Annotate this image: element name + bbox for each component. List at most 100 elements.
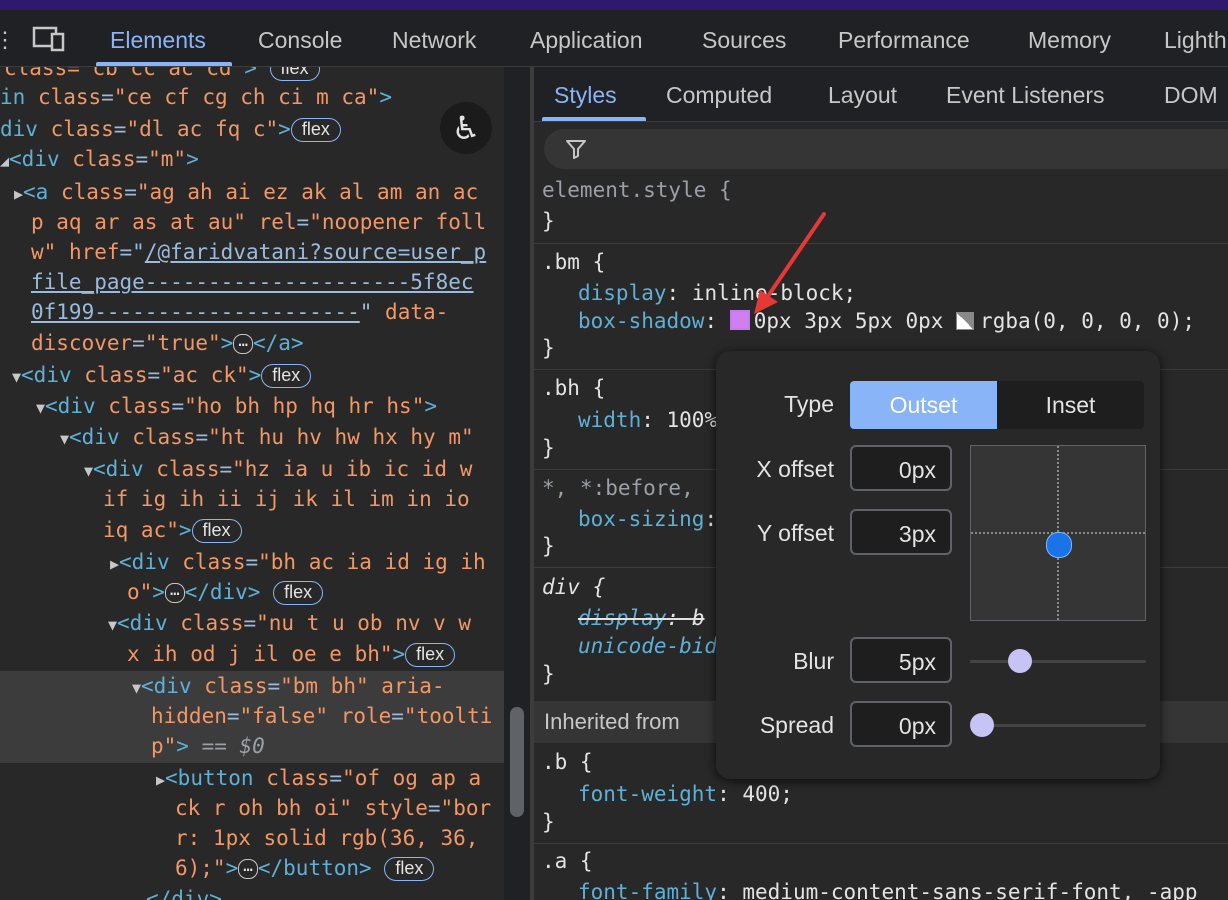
flex-badge[interactable]: flex	[405, 643, 456, 667]
tab-styles[interactable]: Styles	[554, 67, 617, 123]
dom-line[interactable]: div class="dl ac fq c"> flex	[0, 114, 341, 144]
spread-input[interactable]: 0px	[850, 701, 952, 747]
window-top-bar	[0, 0, 1228, 10]
blur-slider[interactable]	[970, 660, 1146, 663]
rule-star-selector[interactable]: *, *:before,	[542, 473, 706, 503]
scrollbar-thumb[interactable]	[510, 707, 524, 817]
dom-line[interactable]: ▼<div class="ho bh hp hq hr hs">	[36, 391, 437, 421]
rule-bm-selector[interactable]: .bm {	[542, 247, 605, 277]
dom-line[interactable]: ◢<div class="m">	[0, 144, 199, 174]
expand-triangle-icon[interactable]: ▼	[84, 462, 93, 480]
offset-pad[interactable]	[970, 445, 1146, 621]
flex-badge[interactable]: flex	[261, 364, 312, 388]
expand-triangle-icon[interactable]: ▼	[60, 430, 69, 448]
expand-triangle-icon[interactable]: ▼	[108, 616, 117, 634]
device-toolbar-icon[interactable]	[32, 10, 66, 66]
outset-button[interactable]: Outset	[850, 381, 997, 429]
flex-badge[interactable]: flex	[290, 118, 341, 142]
href-link[interactable]: /@faridvatani?source=user_p	[145, 240, 486, 264]
inspect-icon[interactable]: ⋮	[0, 10, 16, 66]
decl-width[interactable]: width: 100%	[578, 405, 717, 435]
dom-line[interactable]: ▶<button class="of og ap a	[156, 763, 481, 793]
dom-line[interactable]: ▶<a class="ag ah ai ez ak al am an ac	[14, 177, 478, 207]
dom-scrollbar[interactable]	[504, 67, 530, 900]
tab-network[interactable]: Network	[392, 10, 476, 66]
collapse-triangle-icon[interactable]: ▶	[110, 555, 119, 573]
rule-div-selector[interactable]: div {	[542, 572, 605, 602]
styles-filter-input[interactable]	[544, 129, 1228, 169]
dom-line[interactable]: x ih od j il oe e bh"> flex	[127, 639, 456, 669]
dom-line[interactable]: ▶<div class="bh ac ia id ig ih	[110, 547, 486, 577]
dom-line[interactable]: p aq ar as at au" rel="noopener foll	[31, 207, 486, 237]
dom-line[interactable]: ck r oh bh oi" style="bor	[175, 793, 491, 823]
dom-line[interactable]: o">… </div> flex	[127, 577, 324, 607]
expand-triangle-icon[interactable]: ▼	[36, 399, 45, 417]
tab-event-listeners[interactable]: Event Listeners	[946, 67, 1105, 123]
dom-line[interactable]: 6);">… </button> flex	[175, 853, 435, 883]
x-offset-input[interactable]: 0px	[850, 445, 952, 491]
tab-elements[interactable]: Elements	[110, 10, 206, 66]
dom-line-selected[interactable]: p"> == $0	[151, 731, 265, 761]
dom-line[interactable]: </div>	[146, 884, 222, 900]
decl-box-shadow[interactable]: box-shadow: 0px 3px 5px 0px rgba(0, 0, 0…	[578, 306, 1195, 336]
rule-element-style[interactable]: element.style {	[542, 175, 732, 205]
dom-line[interactable]: discover="true">… </a>	[31, 328, 304, 358]
dom-line[interactable]: w" href="/@faridvatani?source=user_p	[31, 237, 486, 267]
tab-computed[interactable]: Computed	[666, 67, 772, 123]
flex-badge[interactable]: flex	[269, 67, 320, 81]
decl-unicode-bidi[interactable]: unicode-bid	[578, 631, 717, 661]
accessibility-icon[interactable]: ♿	[440, 102, 492, 154]
flex-badge[interactable]: flex	[384, 857, 435, 881]
tab-sources[interactable]: Sources	[702, 10, 786, 66]
href-link[interactable]: 0f199---------------------	[31, 300, 360, 324]
dom-line-selected[interactable]: hidden="false" role="toolti	[151, 701, 492, 731]
ellipsis-button[interactable]: …	[233, 333, 253, 354]
spread-slider[interactable]	[970, 724, 1146, 727]
href-link[interactable]: file_page---------------------5f8ec	[31, 270, 474, 294]
offset-handle[interactable]	[1046, 532, 1072, 558]
rule-bh-selector[interactable]: .bh {	[542, 373, 605, 403]
shadow-swatch-icon[interactable]	[729, 310, 750, 330]
dom-line[interactable]: ▼<div class="ht hu hv hw hx hy m"	[60, 422, 474, 452]
decl-font-family[interactable]: font-family: medium-content-sans-serif-f…	[578, 877, 1198, 900]
inset-button[interactable]: Inset	[997, 381, 1144, 429]
tab-memory[interactable]: Memory	[1028, 10, 1111, 66]
spread-slider-thumb[interactable]	[970, 713, 994, 737]
tab-dom[interactable]: DOM	[1164, 67, 1218, 123]
dom-line[interactable]: class="cb cc ac cd"> flex	[4, 67, 320, 83]
y-offset-input[interactable]: 3px	[850, 509, 952, 555]
dom-line[interactable]: ▼<div class="hz ia u ib ic id w	[84, 454, 472, 484]
blur-input[interactable]: 5px	[850, 637, 952, 683]
collapse-triangle-icon[interactable]: ▶	[156, 771, 165, 789]
tab-application[interactable]: Application	[530, 10, 643, 66]
dom-line[interactable]: in class="ce cf cg ch ci m ca">	[0, 82, 392, 112]
tab-layout[interactable]: Layout	[828, 67, 897, 123]
flex-badge[interactable]: flex	[273, 581, 324, 605]
decl-box-sizing[interactable]: box-sizing:	[578, 504, 717, 534]
dom-tree-panel[interactable]: class="cb cc ac cd"> flex in class="ce c…	[0, 67, 504, 900]
dom-line[interactable]: if ig ih ii ij ik il im in io	[103, 484, 470, 514]
expand-triangle-icon[interactable]: ▼	[12, 368, 21, 386]
rule-b-selector[interactable]: .b {	[542, 747, 593, 777]
ellipsis-button[interactable]: …	[238, 858, 258, 879]
dom-line[interactable]: iq ac"> flex	[103, 515, 242, 545]
decl-display-overridden[interactable]: display: b	[578, 603, 704, 633]
expand-triangle-icon[interactable]: ◢	[0, 152, 9, 170]
ellipsis-button[interactable]: …	[164, 582, 185, 603]
collapse-triangle-icon[interactable]: ▶	[14, 185, 23, 203]
decl-font-weight[interactable]: font-weight: 400;	[578, 779, 793, 809]
color-swatch-icon[interactable]	[956, 312, 975, 330]
flex-badge[interactable]: flex	[191, 519, 242, 543]
dom-line[interactable]: ▼<div class="nu t u ob nv v w	[108, 608, 471, 638]
dom-line[interactable]: 0f199---------------------" data-	[31, 297, 448, 327]
tab-lighthouse[interactable]: Lighth	[1164, 10, 1227, 66]
dom-line[interactable]: ▼<div class="ac ck"> flex	[12, 360, 312, 390]
tab-console[interactable]: Console	[258, 10, 342, 66]
dom-line-selected[interactable]: ▼<div class="bm bh" aria-	[132, 671, 445, 701]
tab-performance[interactable]: Performance	[838, 10, 970, 66]
dom-line[interactable]: file_page---------------------5f8ec	[31, 267, 474, 297]
rule-a-selector[interactable]: .a {	[542, 846, 593, 876]
blur-slider-thumb[interactable]	[1008, 649, 1032, 673]
dom-line[interactable]: r: 1px solid rgb(36, 36,	[175, 823, 478, 853]
expand-triangle-icon[interactable]: ▼	[132, 679, 141, 697]
